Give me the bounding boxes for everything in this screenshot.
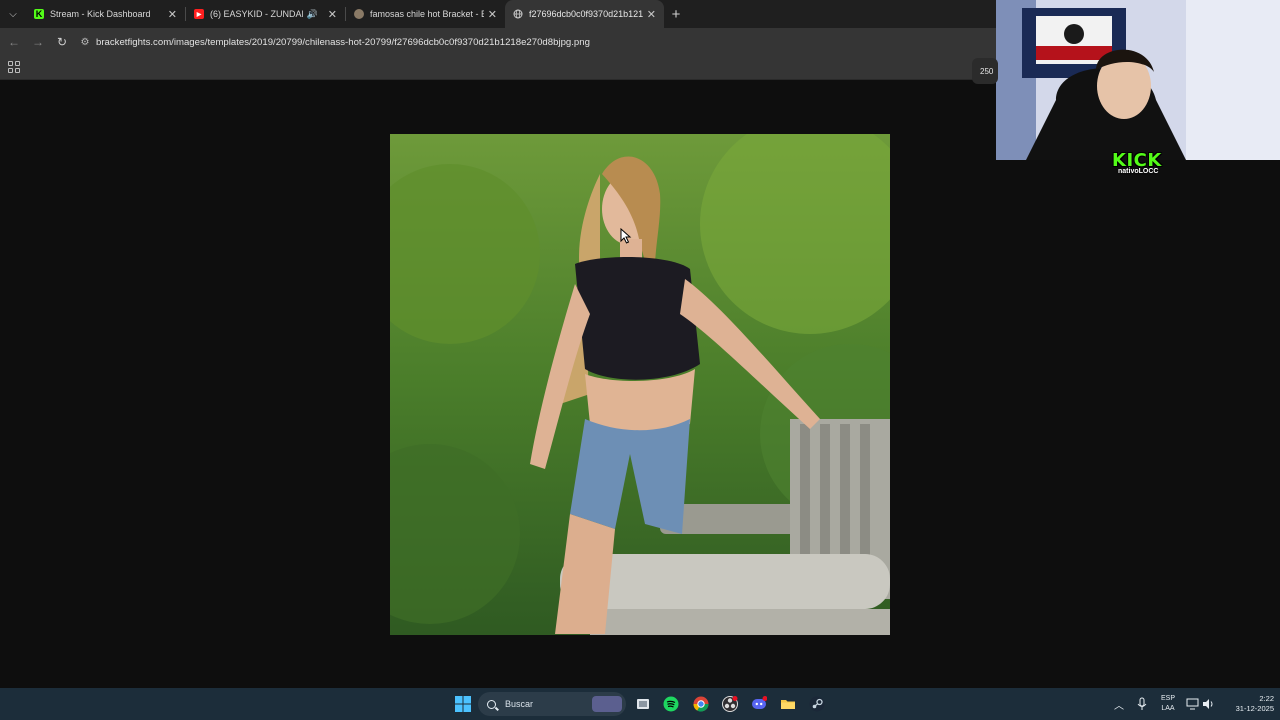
obs-icon [722,696,738,712]
url-text: bracketfights.com/images/templates/2019/… [96,36,590,48]
displayed-image[interactable] [390,134,890,635]
input-language-indicator[interactable]: ESP LAA [1158,688,1178,720]
search-icon [487,699,496,709]
obs-button[interactable] [718,692,742,716]
task-view-icon [637,699,649,709]
spotify-button[interactable] [659,692,683,716]
volume-button[interactable] [1202,688,1215,720]
close-tab-icon[interactable]: ✕ [328,8,337,21]
apps-grid-icon[interactable] [8,61,20,73]
site-info-icon[interactable]: ⚙ [76,37,94,48]
chrome-icon [693,696,709,712]
kick-handle-label: nativoLOCC [1118,168,1159,175]
start-button[interactable] [451,692,475,716]
reload-button[interactable]: ↻ [50,30,74,54]
tab-bracketfights[interactable]: famosas chile hot Bracket - Bra ✕ [346,0,505,28]
bracketfights-favicon-icon [354,9,364,19]
arrow-right-icon: → [32,35,44,49]
forward-button[interactable]: → [26,30,50,54]
task-view-button[interactable] [631,692,655,716]
network-button[interactable] [1186,688,1199,720]
new-tab-button[interactable]: + [664,0,688,28]
keyboard-layout: LAA [1161,705,1175,712]
windows-logo-icon [455,696,471,712]
tab-title: f27696dcb0c0f9370d21b1218e [529,9,643,19]
chevron-up-icon: ︿ [1114,700,1124,712]
speaker-icon[interactable]: 🔊 [307,9,318,20]
file-explorer-button[interactable] [776,692,800,716]
steam-icon [809,696,825,712]
mouse-cursor-icon [620,228,632,244]
speaker-icon [1203,699,1213,709]
tab-youtube[interactable]: ▶ (6) EASYKID - ZUNDADA DE 🔊 ✕ [186,0,345,28]
chevron-down-icon: ⌵ [9,8,17,20]
microphone-button[interactable] [1136,688,1148,720]
back-button[interactable]: ← [2,30,26,54]
arrow-left-icon: ← [8,35,20,49]
tab-search-dropdown-button[interactable]: ⌵ [0,0,26,28]
reload-icon: ↻ [56,35,68,49]
webcam-overlay [996,0,1280,160]
show-hidden-icons-button[interactable]: ︿ [1114,688,1124,720]
kick-favicon-icon: K [34,9,44,19]
language-code: ESP [1160,695,1175,702]
tab-title: Stream - Kick Dashboard [50,9,151,19]
discord-button[interactable] [747,692,771,716]
tab-title: (6) EASYKID - ZUNDADA DE [210,9,303,19]
youtube-favicon-icon: ▶ [194,9,204,19]
taskbar-search-box[interactable]: Buscar [478,692,626,716]
network-icon [1186,698,1199,710]
plus-icon: + [671,5,681,23]
chrome-button[interactable] [689,692,713,716]
close-tab-icon[interactable]: ✕ [647,8,656,21]
microphone-icon [1137,697,1147,710]
discord-icon [752,696,767,709]
spotify-icon [663,696,679,712]
clock-date: 31-12-2025 [1235,704,1274,713]
search-highlight-icon [592,696,622,712]
tab-kick-dashboard[interactable]: K Stream - Kick Dashboard ✕ [26,0,185,28]
close-tab-icon[interactable]: ✕ [168,8,177,21]
system-clock[interactable]: 2:22 31-12-2025 [1222,688,1274,720]
zoom-indicator[interactable]: 250 [972,58,998,84]
clock-time: 2:22 [1259,694,1274,703]
tab-image-active[interactable]: f27696dcb0c0f9370d21b1218e ✕ [505,0,664,28]
tab-title: famosas chile hot Bracket - Bra [370,9,484,19]
windows-taskbar: Buscar ︿ ESP LAA 2:22 31-12-2025 [0,688,1280,720]
close-tab-icon[interactable]: ✕ [488,8,497,21]
globe-icon [513,9,523,19]
search-placeholder: Buscar [505,699,534,709]
steam-button[interactable] [805,692,829,716]
folder-icon [781,700,795,709]
